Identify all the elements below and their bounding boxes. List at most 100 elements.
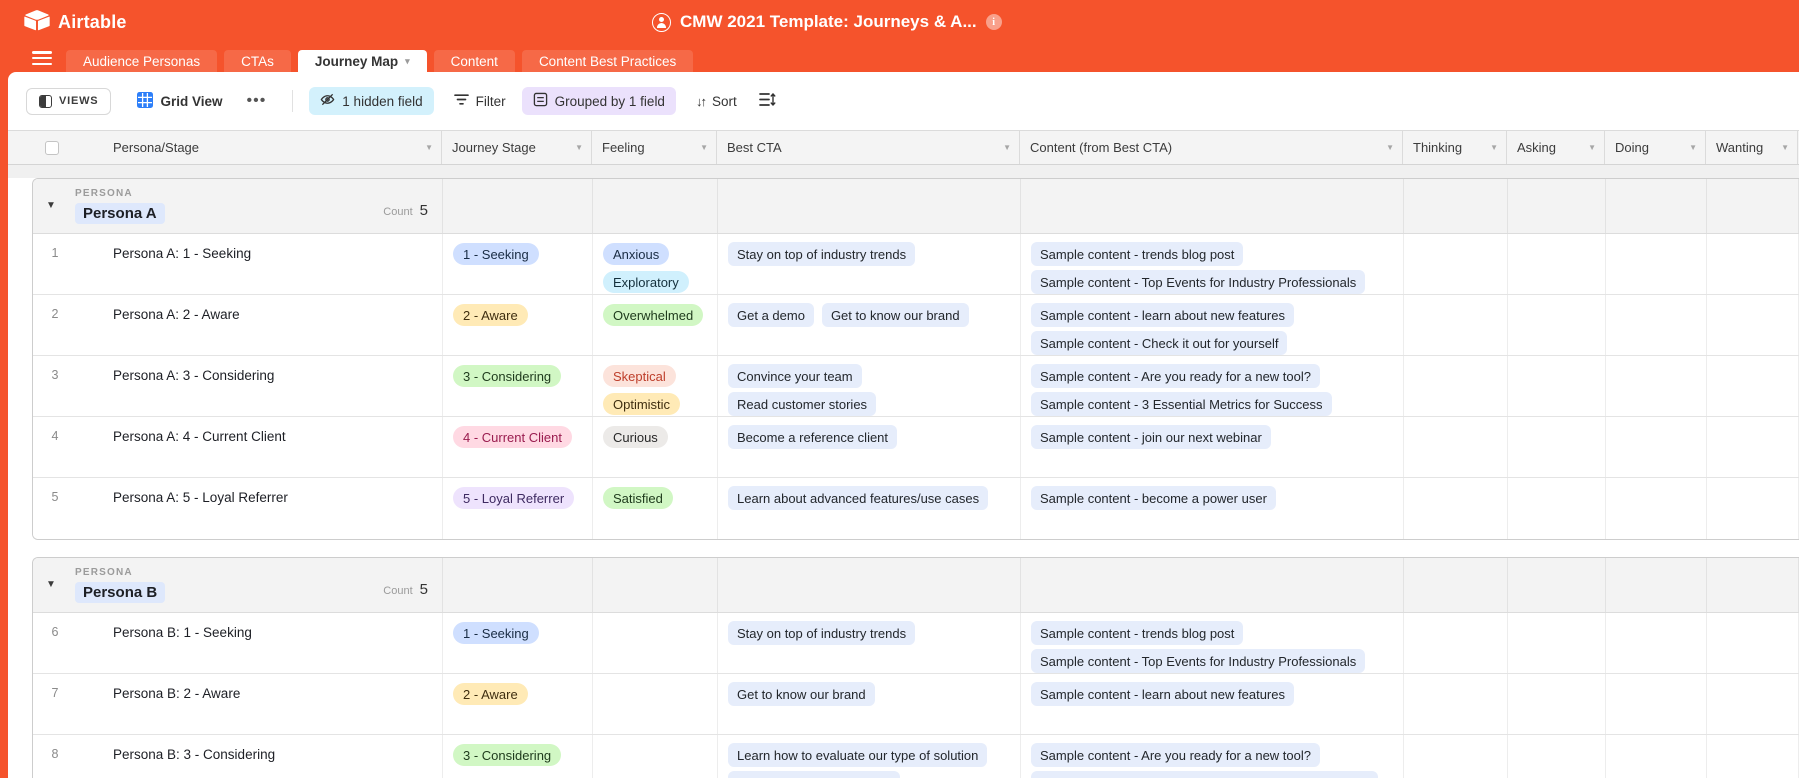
linked-record-pill[interactable]: Get to know our brand <box>728 682 875 706</box>
table-row[interactable]: 3 Persona A: 3 - Considering 3 - Consideri… <box>33 356 1799 417</box>
base-title[interactable]: CMW 2021 Template: Journeys & A... <box>680 12 977 32</box>
cell-wanting[interactable] <box>1707 613 1799 673</box>
cell-content[interactable]: Sample content - become a power user <box>1021 478 1404 539</box>
linked-record-pill[interactable]: Learn how to evaluate our type of soluti… <box>728 743 988 767</box>
cell-doing[interactable] <box>1606 356 1707 416</box>
cell-feeling[interactable]: Overwhelmed <box>593 295 718 355</box>
cell-journey-stage[interactable]: 5 - Loyal Referrer <box>443 478 593 539</box>
cell-asking[interactable] <box>1508 735 1606 778</box>
tab-journey-map[interactable]: Journey Map ▾ <box>297 50 427 72</box>
cell-asking[interactable] <box>1508 234 1606 294</box>
chevron-down-icon[interactable]: ▼ <box>1003 143 1011 152</box>
cell-best-cta[interactable]: Get a demo Get to know our brand <box>718 295 1021 355</box>
cell-content[interactable]: Sample content - Are you ready for a new… <box>1021 356 1404 416</box>
cell-wanting[interactable] <box>1707 478 1799 539</box>
cell-asking[interactable] <box>1508 674 1606 734</box>
select-all-checkbox[interactable] <box>45 141 59 155</box>
cell-content[interactable]: Sample content - join our next webinar <box>1021 417 1404 477</box>
cell-feeling[interactable]: Skeptical Optimistic <box>593 356 718 416</box>
cell-asking[interactable] <box>1508 417 1606 477</box>
tab-ctas[interactable]: CTAs <box>224 50 291 72</box>
row-number[interactable]: 2 <box>44 307 66 321</box>
cell-feeling[interactable]: Curious <box>593 417 718 477</box>
linked-record-pill[interactable]: Sample content - trends blog post <box>1031 621 1244 645</box>
linked-record-pill[interactable]: Stay on top of industry trends <box>728 242 916 266</box>
cell-asking[interactable] <box>1508 356 1606 416</box>
cell-best-cta[interactable]: Convince your team Read customer stories <box>718 356 1021 416</box>
linked-record-pill[interactable]: Sample content - learn about new feature… <box>1031 303 1294 327</box>
chevron-down-icon[interactable]: ▼ <box>425 143 433 152</box>
cell-journey-stage[interactable]: 1 - Seeking <box>443 613 593 673</box>
cell-doing[interactable] <box>1606 613 1707 673</box>
linked-record-pill[interactable]: Sample content - Are you ready for a new… <box>1031 743 1320 767</box>
chevron-down-icon[interactable]: ▼ <box>575 143 583 152</box>
cell-thinking[interactable] <box>1404 674 1508 734</box>
column-header-doing[interactable]: Doing ▼ <box>1605 131 1706 164</box>
primary-cell[interactable]: 2 Persona A: 2 - Aware <box>33 295 443 355</box>
cell-content[interactable]: Sample content - Are you ready for a new… <box>1021 735 1404 778</box>
cell-wanting[interactable] <box>1707 417 1799 477</box>
cell-doing[interactable] <box>1606 417 1707 477</box>
table-row[interactable]: 6 Persona B: 1 - Seeking 1 - Seeking Stay o… <box>33 613 1799 674</box>
collapse-group-icon[interactable]: ▼ <box>46 200 56 211</box>
cell-wanting[interactable] <box>1707 234 1799 294</box>
hidden-fields-button[interactable]: 1 hidden field <box>309 87 434 115</box>
cell-asking[interactable] <box>1508 478 1606 539</box>
grid-view-button[interactable]: Grid View <box>137 91 222 111</box>
chevron-down-icon[interactable]: ▼ <box>1781 143 1789 152</box>
column-header-best-cta[interactable]: Best CTA ▼ <box>717 131 1020 164</box>
tab-content-best-practices[interactable]: Content Best Practices <box>521 50 694 72</box>
table-row[interactable]: 4 Persona A: 4 - Current Client 4 - Curren… <box>33 417 1799 478</box>
linked-record-pill[interactable]: Sample content - learn about new feature… <box>1031 682 1294 706</box>
column-header-thinking[interactable]: Thinking ▼ <box>1403 131 1507 164</box>
primary-cell[interactable]: 8 Persona B: 3 - Considering <box>33 735 443 778</box>
row-height-button[interactable] <box>758 92 776 110</box>
linked-record-pill[interactable]: Sample content - become a power user <box>1031 486 1276 510</box>
linked-record-pill[interactable]: Sample content - Check it out for yourse… <box>1031 331 1288 355</box>
row-number[interactable]: 1 <box>44 246 66 260</box>
column-header-wanting[interactable]: Wanting ▼ <box>1706 131 1798 164</box>
cell-best-cta[interactable]: Learn how to evaluate our type of soluti… <box>718 735 1021 778</box>
chevron-down-icon[interactable]: ▼ <box>1490 143 1498 152</box>
cell-asking[interactable] <box>1508 613 1606 673</box>
filter-button[interactable]: Filter <box>453 93 506 109</box>
column-header-feeling[interactable]: Feeling ▼ <box>592 131 717 164</box>
tab-content[interactable]: Content <box>433 50 515 72</box>
linked-record-pill[interactable]: Sample content - join our next webinar <box>1031 425 1271 449</box>
cell-asking[interactable] <box>1508 295 1606 355</box>
row-number[interactable]: 7 <box>44 686 66 700</box>
table-row[interactable]: 5 Persona A: 5 - Loyal Referrer 5 - Loyal … <box>33 478 1799 539</box>
cell-content[interactable]: Sample content - learn about new feature… <box>1021 295 1404 355</box>
chevron-down-icon[interactable]: ▼ <box>1386 143 1394 152</box>
view-more-options-button[interactable]: ••• <box>246 92 266 110</box>
column-header-persona-stage[interactable]: Persona/Stage ▼ <box>32 131 442 164</box>
cell-journey-stage[interactable]: 3 - Considering <box>443 735 593 778</box>
primary-cell[interactable]: 4 Persona A: 4 - Current Client <box>33 417 443 477</box>
cell-best-cta[interactable]: Stay on top of industry trends <box>718 613 1021 673</box>
cell-feeling[interactable] <box>593 735 718 778</box>
cell-journey-stage[interactable]: 2 - Aware <box>443 674 593 734</box>
cell-journey-stage[interactable]: 3 - Considering <box>443 356 593 416</box>
linked-record-pill[interactable]: Get a demo <box>728 303 814 327</box>
cell-doing[interactable] <box>1606 735 1707 778</box>
tab-audience-personas[interactable]: Audience Personas <box>66 50 218 72</box>
chevron-down-icon[interactable]: ▼ <box>700 143 708 152</box>
linked-record-pill[interactable]: Sample content - Top Events for Industry… <box>1031 270 1366 294</box>
cell-doing[interactable] <box>1606 234 1707 294</box>
linked-record-pill[interactable] <box>728 771 900 778</box>
table-row[interactable]: 2 Persona A: 2 - Aware 2 - Aware Overwhelme… <box>33 295 1799 356</box>
column-header-asking[interactable]: Asking ▼ <box>1507 131 1605 164</box>
linked-record-pill[interactable]: Get to know our brand <box>821 303 969 327</box>
group-name[interactable]: Persona B <box>75 582 166 603</box>
sort-button[interactable]: ↓↑ Sort <box>696 94 737 109</box>
views-button[interactable]: VIEWS <box>26 87 112 115</box>
linked-record-pill[interactable]: Sample content - trends blog post <box>1031 242 1244 266</box>
cell-thinking[interactable] <box>1404 234 1508 294</box>
chevron-down-icon[interactable]: ▼ <box>1689 143 1697 152</box>
collapse-group-icon[interactable]: ▼ <box>46 579 56 590</box>
airtable-logo[interactable]: Airtable <box>0 9 127 36</box>
cell-journey-stage[interactable]: 4 - Current Client <box>443 417 593 477</box>
info-icon[interactable]: i <box>985 14 1002 30</box>
cell-doing[interactable] <box>1606 674 1707 734</box>
cell-thinking[interactable] <box>1404 295 1508 355</box>
